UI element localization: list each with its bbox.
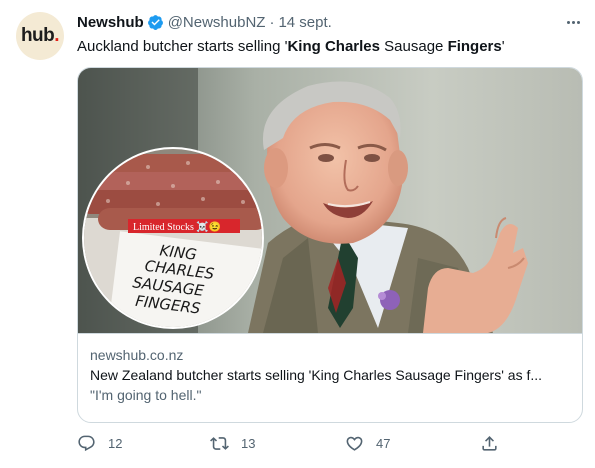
- verified-icon: [147, 14, 163, 30]
- tweet[interactable]: hub. Newshub @NewshubNZ · 14 sept. Auckl…: [0, 0, 595, 468]
- like-count: 47: [376, 435, 391, 451]
- sticker-text: Limited Stocks ☠️😉: [133, 220, 221, 233]
- like-button[interactable]: 47: [345, 430, 390, 456]
- action-bar: 12 13 47: [77, 430, 517, 456]
- newshub-logo: hub.: [20, 25, 60, 46]
- card-image[interactable]: Limited Stocks ☠️😉 KING CHARLES SAUSAGE …: [78, 68, 582, 333]
- card-meta[interactable]: newshub.co.nz New Zealand butcher starts…: [78, 333, 582, 422]
- tweet-date[interactable]: 14 sept.: [278, 14, 331, 31]
- tweet-header: Newshub @NewshubNZ · 14 sept.: [77, 12, 332, 32]
- card-domain: newshub.co.nz: [90, 347, 184, 363]
- retweet-icon: [210, 436, 229, 450]
- card-description: "I'm going to hell.": [90, 387, 202, 403]
- link-card[interactable]: Limited Stocks ☠️😉 KING CHARLES SAUSAGE …: [77, 67, 583, 423]
- like-icon: [346, 436, 363, 451]
- reply-icon: [78, 435, 95, 451]
- reply-count: 12: [108, 435, 123, 451]
- handle[interactable]: @NewshubNZ: [168, 14, 266, 31]
- retweet-button[interactable]: 13: [210, 430, 255, 456]
- tweet-text: Auckland butcher starts selling 'King Ch…: [77, 38, 505, 55]
- separator: ·: [269, 13, 275, 31]
- display-name[interactable]: Newshub: [77, 14, 144, 31]
- card-title: New Zealand butcher starts selling 'King…: [90, 367, 543, 383]
- reply-button[interactable]: 12: [77, 430, 122, 456]
- avatar[interactable]: hub.: [16, 12, 64, 60]
- more-icon[interactable]: [562, 12, 584, 32]
- share-button[interactable]: [480, 430, 499, 456]
- share-icon: [482, 435, 497, 451]
- retweet-count: 13: [241, 435, 256, 451]
